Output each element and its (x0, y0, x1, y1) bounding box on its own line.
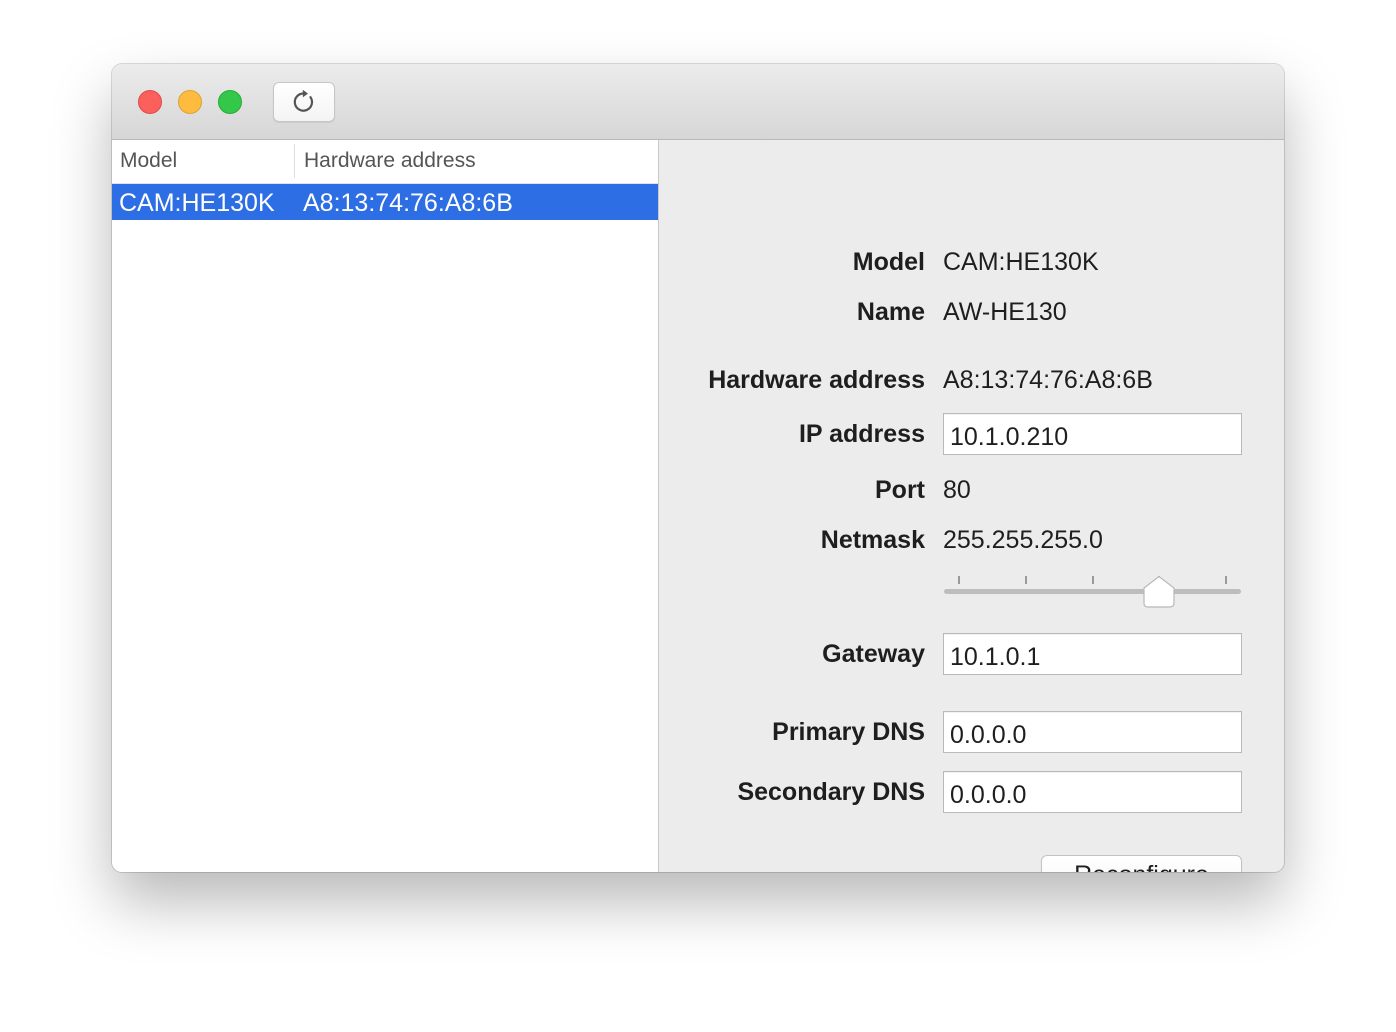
refresh-icon (293, 89, 314, 112)
primary-dns-field[interactable] (943, 711, 1242, 753)
model-label: Model (852, 248, 925, 276)
slider-thumb[interactable] (1142, 575, 1176, 609)
secondary-dns-field[interactable] (943, 771, 1242, 813)
primary-dns-label: Primary DNS (772, 718, 925, 746)
port-value: 80 (943, 476, 971, 504)
slider-tick (958, 576, 960, 584)
zoom-window-button[interactable] (218, 90, 242, 114)
model-value: CAM:HE130K (943, 248, 1099, 276)
name-value: AW-HE130 (943, 298, 1067, 326)
row-model-cell: CAM:HE130K (119, 189, 275, 217)
slider-track (944, 589, 1241, 594)
hardware-address-value: A8:13:74:76:A8:6B (943, 366, 1153, 394)
netmask-label: Netmask (820, 526, 925, 554)
close-window-button[interactable] (138, 90, 162, 114)
ip-address-label: IP address (798, 420, 925, 448)
port-label: Port (875, 476, 925, 504)
slider-tick (1225, 576, 1227, 584)
row-hardware-address-cell: A8:13:74:76:A8:6B (303, 189, 513, 217)
gateway-label: Gateway (822, 640, 925, 668)
ip-address-field[interactable] (943, 413, 1242, 455)
hardware-address-label: Hardware address (708, 366, 925, 394)
device-list[interactable]: Model Hardware address CAM:HE130K A8:13:… (112, 140, 659, 872)
refresh-button[interactable] (273, 82, 335, 122)
minimize-window-button[interactable] (178, 90, 202, 114)
netmask-value: 255.255.255.0 (943, 526, 1103, 554)
slider-tick (1025, 576, 1027, 584)
secondary-dns-label: Secondary DNS (737, 778, 925, 806)
app-window: Model Hardware address CAM:HE130K A8:13:… (112, 64, 1284, 872)
device-row-selected[interactable]: CAM:HE130K A8:13:74:76:A8:6B (112, 184, 658, 220)
name-label: Name (856, 298, 925, 326)
device-detail-pane: Model CAM:HE130K Name AW-HE130 Hardware … (659, 140, 1284, 872)
titlebar (112, 64, 1284, 140)
list-header: Model Hardware address (112, 140, 658, 184)
column-header-hardware-address[interactable]: Hardware address (304, 149, 476, 173)
column-header-model[interactable]: Model (120, 149, 177, 173)
gateway-field[interactable] (943, 633, 1242, 675)
slider-tick (1092, 576, 1094, 584)
netmask-slider[interactable] (944, 566, 1241, 609)
reconfigure-button[interactable]: Reconfigure (1041, 855, 1242, 872)
column-divider[interactable] (294, 144, 295, 178)
